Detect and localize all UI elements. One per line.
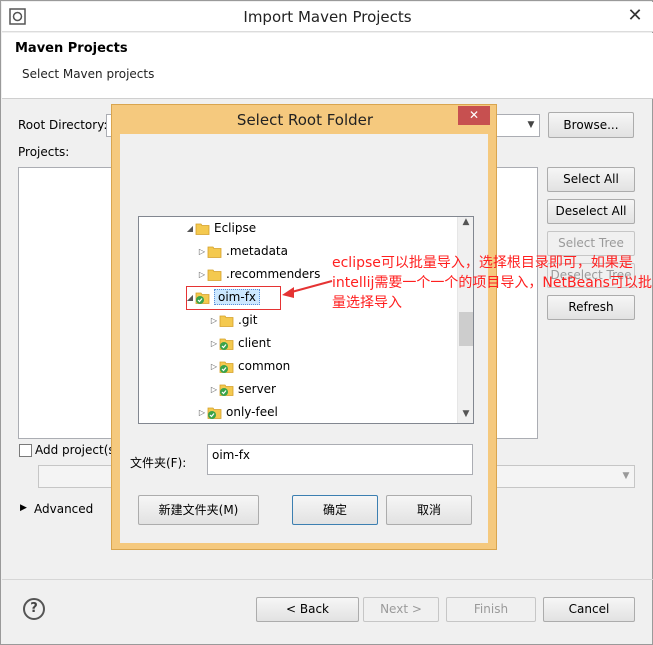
tree-node[interactable]: ▷ common	[139, 355, 457, 378]
tree-node-label: client	[238, 336, 271, 350]
window-close-button[interactable]: ✕	[620, 4, 650, 28]
back-button[interactable]: < Back	[256, 597, 359, 622]
expanded-triangle-icon[interactable]: ◢	[185, 217, 195, 240]
annotation-text: eclipse可以批量导入，选择根目录即可，如果是intellij需要一个一个的…	[332, 255, 652, 311]
collapsed-triangle-icon[interactable]: ▷	[197, 240, 207, 263]
tree-node-label: only-feel	[226, 405, 278, 419]
wizard-page-subtitle: Select Maven projects	[22, 67, 155, 81]
git-folder-icon	[207, 405, 222, 420]
folder-icon	[207, 244, 222, 259]
select-root-folder-dialog: Select Root Folder ✕ ◢ Eclipse ▷ .metadata ▷…	[111, 104, 497, 550]
folder-icon	[219, 313, 234, 328]
collapsed-triangle-icon[interactable]: ▷	[209, 378, 219, 401]
cancel-button[interactable]: Cancel	[543, 597, 635, 622]
collapsed-triangle-icon[interactable]: ▷	[209, 309, 219, 332]
wizard-page-title: Maven Projects	[15, 41, 128, 56]
folder-label: 文件夹(F):	[130, 456, 187, 470]
tree-node[interactable]: ▷ server	[139, 378, 457, 401]
collapsed-triangle-icon[interactable]: ▷	[209, 355, 219, 378]
root-directory-label: Root Directory:	[18, 118, 108, 132]
annotation-arrow-icon	[282, 280, 333, 298]
triangle-right-icon[interactable]: ▶	[20, 503, 27, 513]
deselect-all-button[interactable]: Deselect All	[547, 199, 635, 224]
dialog-title: Select Root Folder	[236, 111, 374, 129]
tree-node-label: common	[238, 359, 291, 373]
tree-node-label: .metadata	[226, 244, 288, 258]
chevron-down-icon[interactable]: ▼	[523, 115, 539, 136]
window-title: Import Maven Projects	[243, 8, 412, 26]
tree-node[interactable]: ▷ client	[139, 332, 457, 355]
folder-icon	[195, 221, 210, 236]
help-icon[interactable]: ?	[23, 598, 45, 620]
footer-divider	[2, 579, 653, 580]
title-bar: Import Maven Projects ✕	[2, 2, 653, 32]
folder-icon	[207, 267, 222, 282]
tree-node[interactable]: ◢ Eclipse	[139, 217, 457, 240]
collapsed-triangle-icon[interactable]: ▷	[197, 263, 207, 286]
git-folder-icon	[219, 359, 234, 374]
tree-node-label: server	[238, 382, 276, 396]
wizard-header: Maven Projects Select Maven projects	[2, 33, 653, 99]
tree-node[interactable]: ▷ only-feel	[139, 401, 457, 423]
projects-label: Projects:	[18, 145, 70, 159]
finish-button[interactable]: Finish	[446, 597, 536, 622]
scroll-up-icon[interactable]: ▲	[458, 217, 473, 227]
dialog-body: ◢ Eclipse ▷ .metadata ▷ .recommenders ◢ oim-fx ▷…	[120, 134, 488, 543]
tree-scrollbar[interactable]: ▲ ▼	[457, 217, 473, 423]
collapsed-triangle-icon[interactable]: ▷	[209, 332, 219, 355]
highlight-box	[186, 286, 281, 310]
scroll-down-icon[interactable]: ▼	[458, 409, 473, 419]
select-all-button[interactable]: Select All	[547, 167, 635, 192]
git-folder-icon	[219, 336, 234, 351]
tree-node-label: Eclipse	[214, 221, 257, 235]
ok-button[interactable]: 确定	[292, 495, 378, 525]
dialog-cancel-button[interactable]: 取消	[386, 495, 472, 525]
dialog-close-button[interactable]: ✕	[458, 106, 490, 125]
scrollbar-thumb[interactable]	[459, 312, 473, 346]
folder-tree[interactable]: ◢ Eclipse ▷ .metadata ▷ .recommenders ◢ oim-fx ▷…	[138, 216, 474, 424]
next-button[interactable]: Next >	[363, 597, 439, 622]
add-project-checkbox[interactable]	[19, 444, 32, 457]
new-folder-button[interactable]: 新建文件夹(M)	[138, 495, 259, 525]
collapsed-triangle-icon[interactable]: ▷	[197, 401, 207, 423]
advanced-label[interactable]: Advanced	[34, 502, 93, 516]
tree-node-label: .git	[238, 313, 258, 327]
folder-tree-rows: ◢ Eclipse ▷ .metadata ▷ .recommenders ◢ oim-fx ▷…	[139, 217, 457, 423]
browse-button[interactable]: Browse...	[548, 112, 634, 138]
add-project-label: Add project(s	[35, 443, 115, 457]
folder-input[interactable]: oim-fx	[207, 444, 473, 475]
chevron-down-icon[interactable]: ▼	[618, 466, 634, 487]
git-folder-icon	[219, 382, 234, 397]
